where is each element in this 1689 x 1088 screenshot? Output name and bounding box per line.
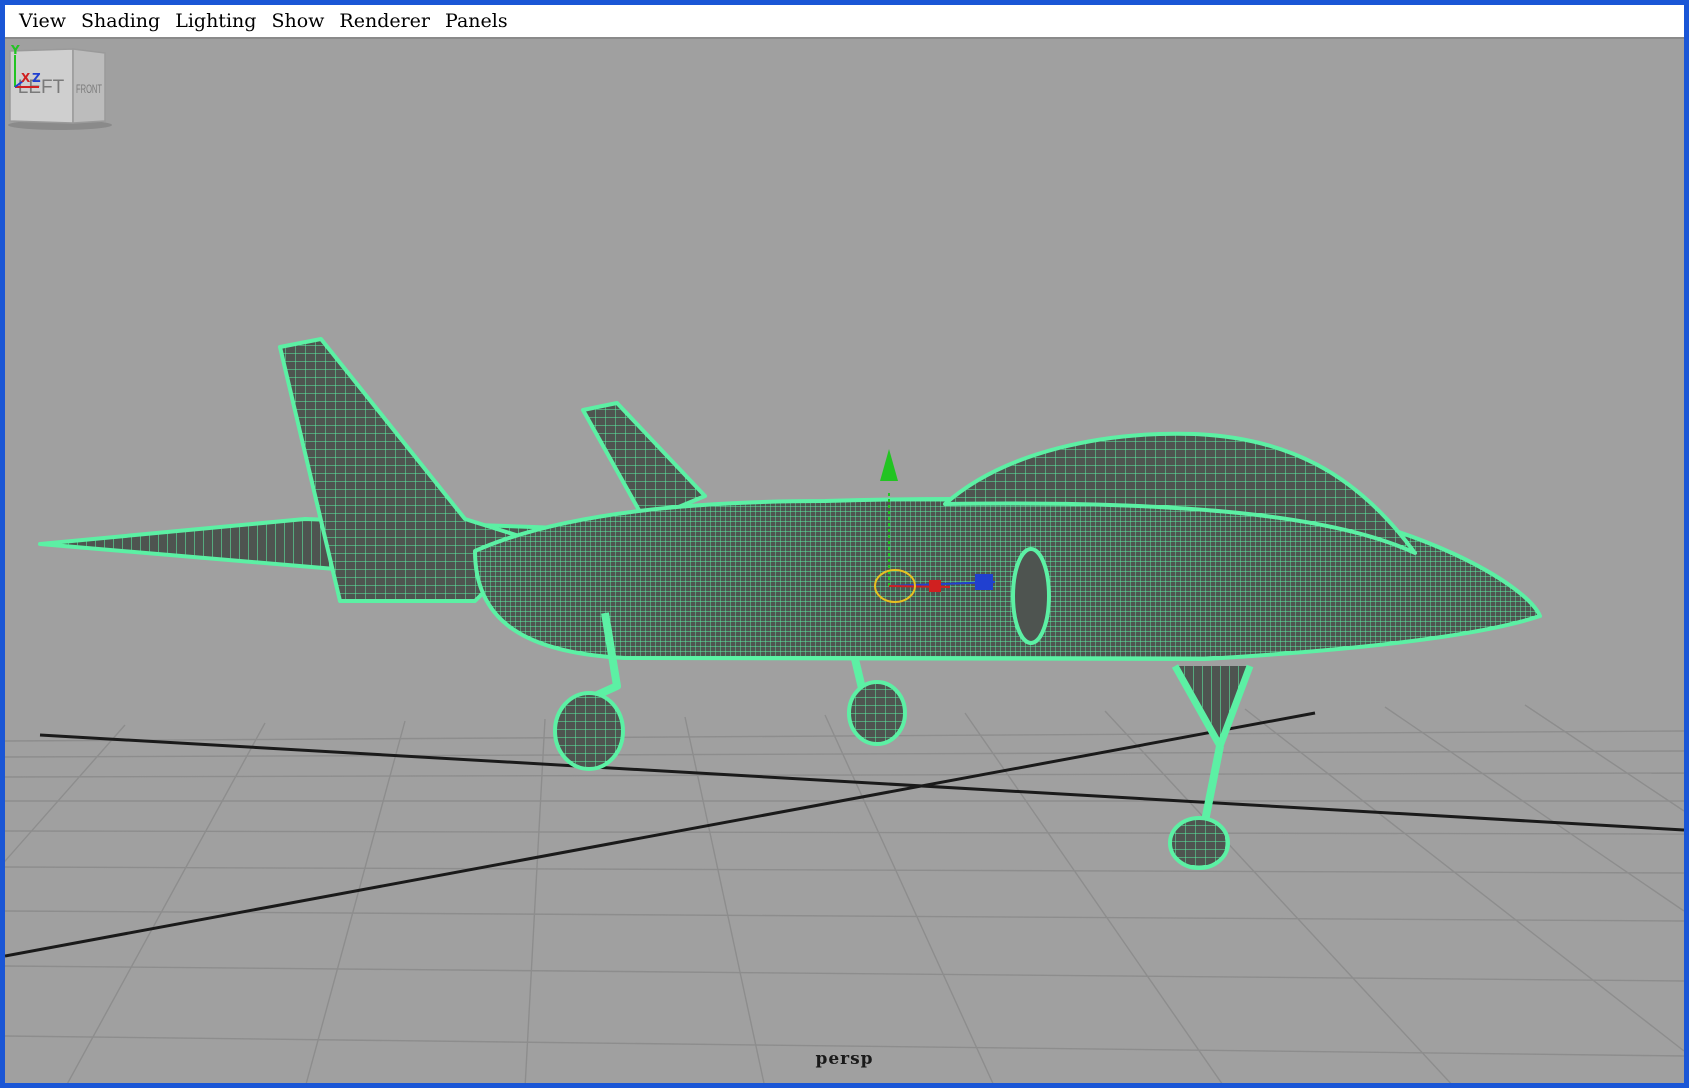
y-axis-handle[interactable] bbox=[880, 449, 898, 481]
perspective-viewport[interactable]: LEFT FRONT Y X Z persp bbox=[5, 41, 1684, 1083]
ground-grid bbox=[5, 704, 1684, 1083]
menu-panels[interactable]: Panels bbox=[439, 10, 517, 32]
maya-viewport-window: View Shading Lighting Show Renderer Pane… bbox=[0, 0, 1689, 1088]
menu-shading[interactable]: Shading bbox=[75, 10, 169, 32]
x-axis-handle[interactable] bbox=[929, 580, 941, 592]
viewport-canvas[interactable] bbox=[5, 41, 1684, 1083]
viewcube-front-label: FRONT bbox=[76, 82, 102, 96]
camera-name-label: persp bbox=[815, 1049, 874, 1069]
z-axis-handle[interactable] bbox=[975, 574, 993, 590]
menu-view[interactable]: View bbox=[13, 10, 75, 32]
axis-tripod-icon: Y X Z bbox=[10, 43, 41, 88]
axis-y-label: Y bbox=[10, 43, 20, 57]
axis-x-label: X bbox=[21, 71, 31, 85]
aircraft-wireframe-model[interactable] bbox=[38, 337, 1542, 870]
axis-z-label: Z bbox=[32, 71, 41, 85]
panel-menu-bar: View Shading Lighting Show Renderer Pane… bbox=[5, 5, 1684, 39]
menu-renderer[interactable]: Renderer bbox=[333, 10, 439, 32]
menu-lighting[interactable]: Lighting bbox=[169, 10, 265, 32]
menu-show[interactable]: Show bbox=[265, 10, 333, 32]
